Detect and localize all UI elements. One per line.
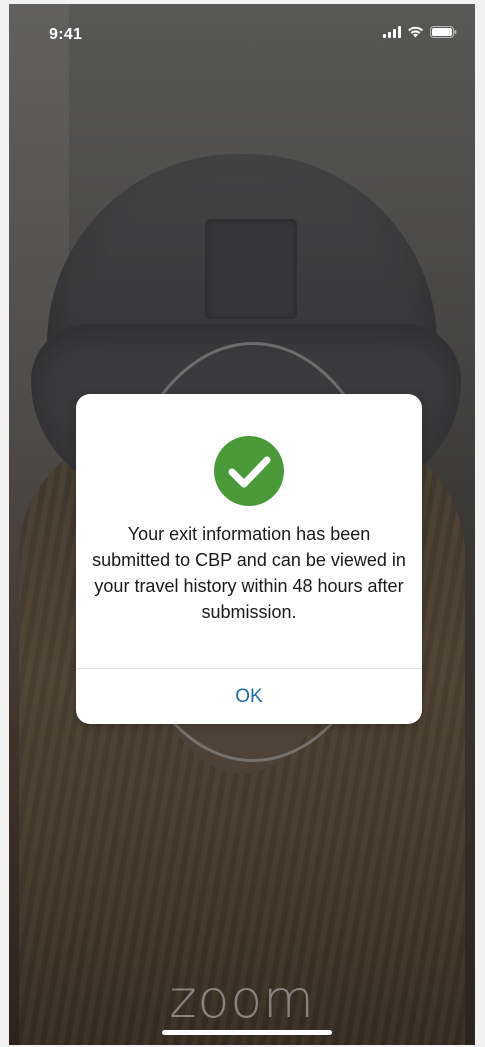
home-indicator[interactable] <box>162 1030 332 1035</box>
status-icons <box>383 26 457 38</box>
wifi-icon <box>407 26 424 38</box>
battery-icon <box>430 26 457 38</box>
zoom-logo: zoom <box>169 970 315 1030</box>
check-circle-icon <box>214 436 284 506</box>
status-bar: 9:41 <box>9 4 475 66</box>
ok-button[interactable]: OK <box>76 669 422 724</box>
signal-icon <box>383 26 401 38</box>
phone-screen: 9:41 zoom Your exit information has been… <box>9 4 475 1045</box>
confirmation-dialog: Your exit information has been submitted… <box>76 394 422 724</box>
status-time: 9:41 <box>49 26 83 43</box>
dialog-message: Your exit information has been submitted… <box>92 524 406 622</box>
